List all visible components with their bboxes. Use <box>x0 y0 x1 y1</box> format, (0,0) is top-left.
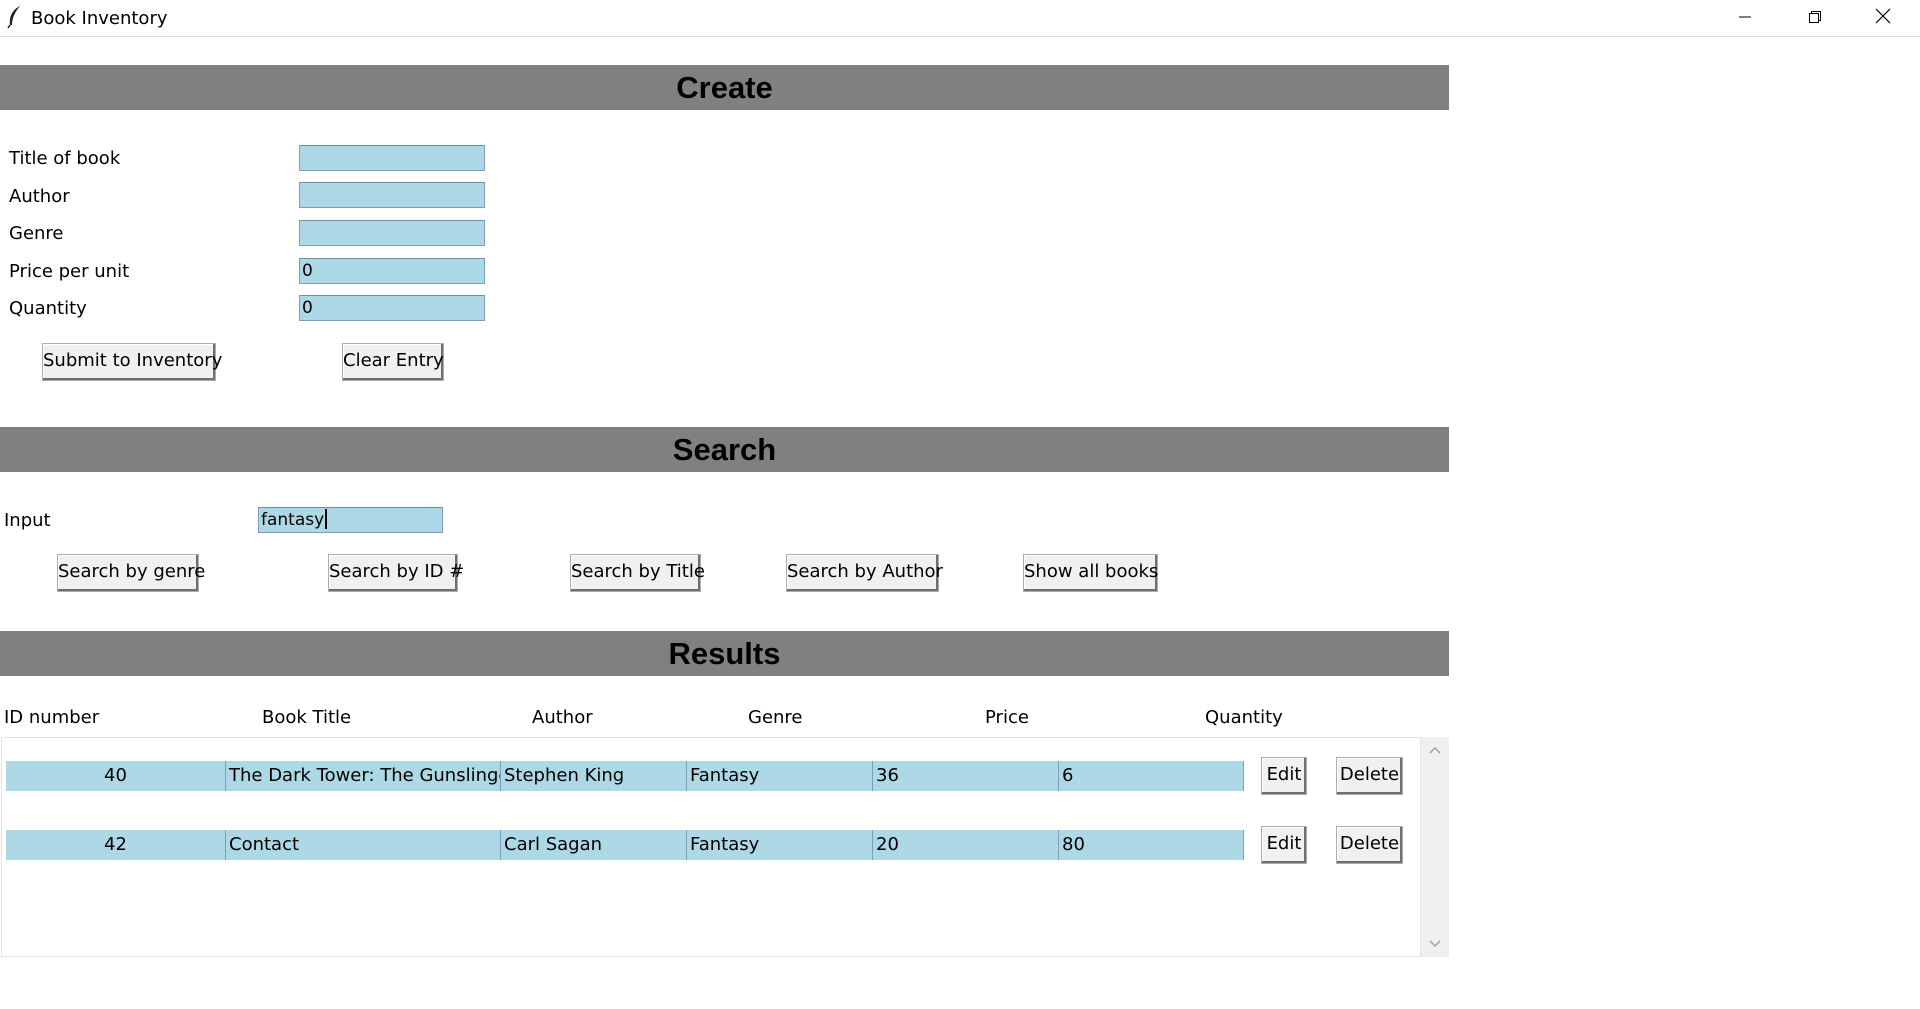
author-label: Author <box>9 186 70 207</box>
title-label: Title of book <box>9 148 121 169</box>
quantity-input[interactable]: 0 <box>299 295 485 321</box>
quantity-label: Quantity <box>9 298 87 319</box>
quantity-cell[interactable]: 6 <box>1059 761 1244 791</box>
title-bar: Book Inventory <box>0 0 1920 37</box>
text-cursor <box>325 509 328 529</box>
genre-cell[interactable]: Fantasy <box>687 761 873 791</box>
column-header-id: ID number <box>4 707 100 728</box>
minimize-icon <box>1738 8 1752 29</box>
search-header: Search <box>0 427 1449 472</box>
column-header-quantity: Quantity <box>1205 707 1283 728</box>
title-cell[interactable]: Contact <box>226 830 501 860</box>
title-input[interactable] <box>299 145 485 171</box>
search-by-title-button[interactable]: Search by Title <box>570 554 705 592</box>
price-cell[interactable]: 20 <box>873 830 1059 860</box>
price-cell[interactable]: 36 <box>873 761 1059 791</box>
search-input[interactable]: fantasy <box>258 507 443 533</box>
minimize-button[interactable] <box>1710 0 1780 36</box>
genre-input[interactable] <box>299 220 485 246</box>
create-header: Create <box>0 65 1449 110</box>
id-cell[interactable]: 42 <box>6 830 226 860</box>
genre-cell[interactable]: Fantasy <box>687 830 873 860</box>
id-cell[interactable]: 40 <box>6 761 226 791</box>
input-label: Input <box>4 510 51 531</box>
price-input[interactable]: 0 <box>299 258 485 284</box>
column-header-title: Book Title <box>262 707 352 728</box>
restore-button[interactable] <box>1780 0 1850 36</box>
column-header-author: Author <box>532 707 593 728</box>
show-all-books-button[interactable]: Show all books <box>1023 554 1158 592</box>
edit-button[interactable]: Edit <box>1261 826 1307 864</box>
genre-label: Genre <box>9 223 64 244</box>
author-input[interactable] <box>299 182 485 208</box>
clear-entry-button[interactable]: Clear Entry <box>342 343 444 381</box>
search-by-author-button[interactable]: Search by Author <box>786 554 943 592</box>
search-input-value: fantasy <box>261 510 325 530</box>
chevron-up-icon[interactable] <box>1421 740 1449 760</box>
close-icon <box>1875 8 1891 29</box>
window-title: Book Inventory <box>31 8 168 29</box>
search-by-id-button[interactable]: Search by ID # <box>328 554 464 592</box>
results-scrollbar[interactable] <box>1420 737 1449 957</box>
feather-icon <box>6 5 24 29</box>
column-header-price: Price <box>985 707 1029 728</box>
edit-button[interactable]: Edit <box>1261 757 1307 795</box>
restore-icon <box>1808 8 1822 29</box>
quantity-cell[interactable]: 80 <box>1059 830 1244 860</box>
delete-button[interactable]: Delete <box>1336 826 1403 864</box>
results-header: Results <box>0 631 1449 676</box>
column-header-genre: Genre <box>748 707 803 728</box>
author-cell[interactable]: Stephen King <box>501 761 687 791</box>
search-by-genre-button[interactable]: Search by genre <box>57 554 205 592</box>
delete-button[interactable]: Delete <box>1336 757 1403 795</box>
submit-button[interactable]: Submit to Inventory <box>42 343 222 381</box>
title-cell[interactable]: The Dark Tower: The Gunslinger <box>226 761 501 791</box>
price-label: Price per unit <box>9 261 130 282</box>
chevron-down-icon[interactable] <box>1421 934 1449 954</box>
author-cell[interactable]: Carl Sagan <box>501 830 687 860</box>
close-button[interactable] <box>1848 0 1918 36</box>
